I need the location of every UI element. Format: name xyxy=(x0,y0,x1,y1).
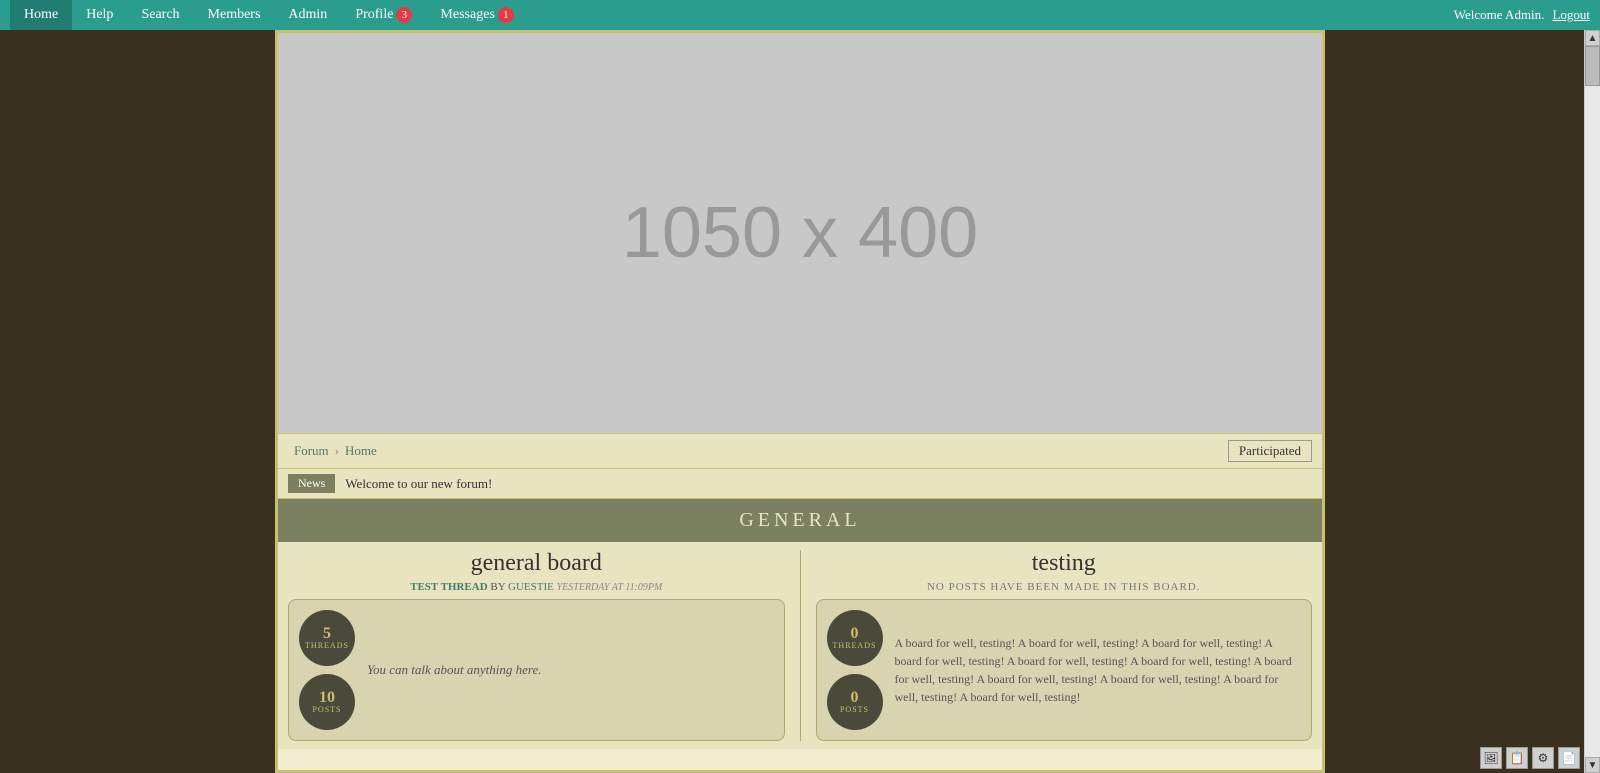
board-stats-general: 5 THREADS 10 POSTS xyxy=(299,610,355,730)
logout-link[interactable]: Logout xyxy=(1552,7,1590,23)
scroll-thumb[interactable] xyxy=(1585,46,1600,86)
nav-help[interactable]: Help xyxy=(72,0,127,30)
threads-stat-testing: 0 THREADS xyxy=(827,610,883,666)
section-header-general: GENERAL xyxy=(278,499,1322,542)
bottom-icon-2[interactable]: 📋 xyxy=(1506,747,1528,769)
messages-badge: 1 xyxy=(498,7,514,23)
board-panel-general: general board TEST THREAD BY GUESTIE YES… xyxy=(278,550,795,741)
welcome-text: Welcome Admin. xyxy=(1454,7,1545,23)
nav-admin[interactable]: Admin xyxy=(274,0,341,30)
scroll-down-button[interactable]: ▼ xyxy=(1585,757,1600,773)
board-title-general[interactable]: general board xyxy=(471,550,602,577)
posts-stat-testing: 0 POSTS xyxy=(827,674,883,730)
board-description-testing: A board for well, testing! A board for w… xyxy=(895,634,1302,706)
board-title-testing[interactable]: testing xyxy=(1032,550,1096,577)
last-post-by: BY xyxy=(490,581,508,593)
nav-right-area: Welcome Admin. Logout xyxy=(1454,7,1590,23)
news-bar: News Welcome to our new forum! xyxy=(278,469,1322,499)
board-divider xyxy=(800,550,801,741)
banner-size-label: 1050 x 400 xyxy=(622,192,978,274)
breadcrumb-bar: Forum › Home Participated xyxy=(278,433,1322,469)
banner-image: 1050 x 400 xyxy=(278,33,1322,433)
profile-badge: 3 xyxy=(396,7,412,23)
nav-search[interactable]: Search xyxy=(127,0,193,30)
news-text: Welcome to our new forum! xyxy=(345,476,492,492)
breadcrumb-home[interactable]: Home xyxy=(339,443,383,459)
scroll-track[interactable] xyxy=(1585,46,1600,757)
last-post-user[interactable]: GUESTIE xyxy=(508,581,554,593)
content-wrapper: 1050 x 400 Forum › Home Participated New… xyxy=(275,30,1325,773)
board-last-post-general: TEST THREAD BY GUESTIE YESTERDAY AT 11:0… xyxy=(410,581,662,593)
threads-stat-general: 5 THREADS xyxy=(299,610,355,666)
board-card-general: 5 THREADS 10 POSTS You can talk about an… xyxy=(288,599,785,741)
board-description-general: You can talk about anything here. xyxy=(367,662,542,678)
bottom-icon-3[interactable]: ⚙ xyxy=(1532,747,1554,769)
posts-stat-general: 10 POSTS xyxy=(299,674,355,730)
board-card-testing: 0 THREADS 0 POSTS A board for well, test… xyxy=(816,599,1313,741)
news-label: News xyxy=(288,474,335,493)
last-post-time: YESTERDAY AT 11:09PM xyxy=(557,582,663,593)
bottom-icon-4[interactable]: 📄 xyxy=(1558,747,1580,769)
boards-row: general board TEST THREAD BY GUESTIE YES… xyxy=(278,542,1322,749)
board-no-posts-testing: NO POSTS HAVE BEEN MADE IN THIS BOARD. xyxy=(927,581,1201,593)
board-panel-testing: testing NO POSTS HAVE BEEN MADE IN THIS … xyxy=(806,550,1323,741)
nav-messages[interactable]: Messages 1 xyxy=(426,0,527,30)
top-navigation: Home Help Search Members Admin Profile 3… xyxy=(0,0,1600,30)
nav-home[interactable]: Home xyxy=(10,0,72,30)
bottom-icon-1[interactable]: 🖼 xyxy=(1480,747,1502,769)
scroll-up-button[interactable]: ▲ xyxy=(1585,30,1600,46)
participated-button[interactable]: Participated xyxy=(1228,440,1312,462)
last-post-thread[interactable]: TEST THREAD xyxy=(410,581,488,593)
nav-members[interactable]: Members xyxy=(194,0,275,30)
board-stats-testing: 0 THREADS 0 POSTS xyxy=(827,610,883,730)
bottom-icons-bar: 🖼 📋 ⚙ 📄 xyxy=(1480,747,1580,769)
page-scrollbar[interactable]: ▲ ▼ xyxy=(1584,30,1600,773)
nav-profile[interactable]: Profile 3 xyxy=(341,0,426,30)
breadcrumb-forum[interactable]: Forum xyxy=(288,443,335,459)
